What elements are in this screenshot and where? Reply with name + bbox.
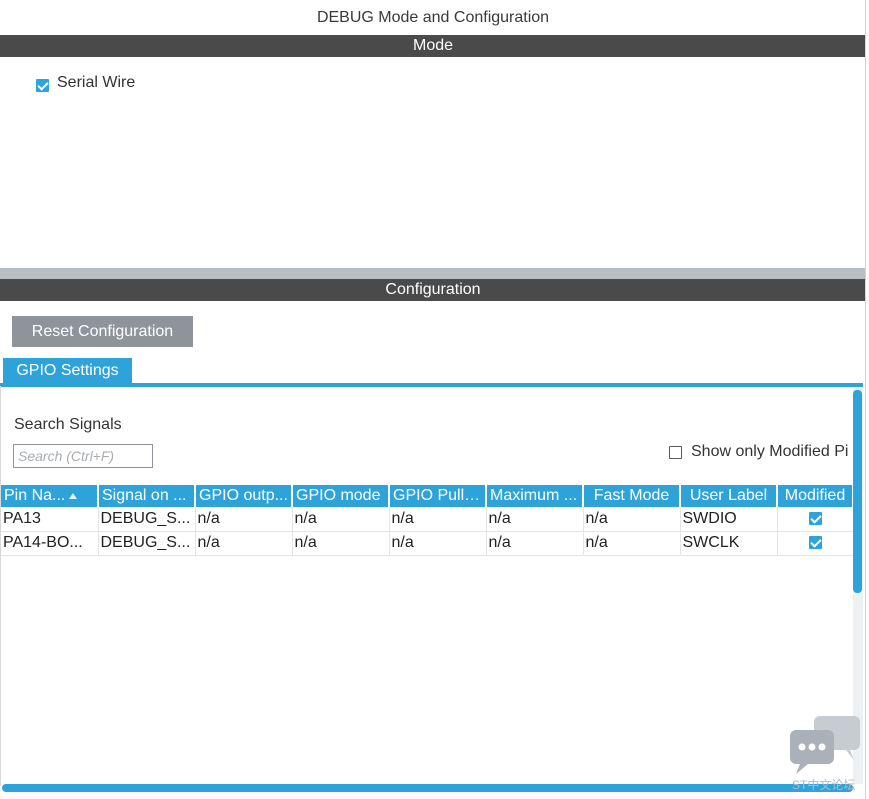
cell-gpio-output: n/a xyxy=(195,507,293,532)
column-header-maximum[interactable]: Maximum ... xyxy=(486,485,584,507)
column-header-signal[interactable]: Signal on ... xyxy=(98,485,196,507)
cell-gpio-mode: n/a xyxy=(292,507,390,532)
column-header-pin-name[interactable]: Pin Na... xyxy=(1,485,99,507)
cell-user-label: SWCLK xyxy=(680,531,778,556)
tab-gpio-settings[interactable]: GPIO Settings xyxy=(3,358,132,384)
reset-configuration-button[interactable]: Reset Configuration xyxy=(12,316,193,347)
mode-section-header: Mode xyxy=(0,35,866,57)
window-right-border xyxy=(865,0,866,799)
cell-maximum: n/a xyxy=(486,507,584,532)
cell-user-label: SWDIO xyxy=(680,507,778,532)
vertical-scrollbar-thumb[interactable] xyxy=(853,390,862,593)
column-header-gpio-pull[interactable]: GPIO Pull-... xyxy=(389,485,487,507)
cell-signal: DEBUG_S... xyxy=(98,531,196,556)
table-row[interactable]: PA14-BO... DEBUG_S... n/a n/a n/a n/a n/… xyxy=(1,531,854,556)
cell-gpio-pull: n/a xyxy=(389,531,487,556)
gpio-signals-table: Pin Na... Signal on ... GPIO outp... GPI… xyxy=(1,485,854,556)
chat-bubble-icon xyxy=(790,716,860,774)
column-header-modified[interactable]: Modified xyxy=(777,485,854,507)
cell-gpio-output: n/a xyxy=(195,531,293,556)
window-title: DEBUG Mode and Configuration xyxy=(316,9,550,26)
cell-signal: DEBUG_S... xyxy=(98,507,196,532)
table-header-row: Pin Na... Signal on ... GPIO outp... GPI… xyxy=(1,485,854,507)
watermark-text: ST中文论坛 xyxy=(792,778,856,792)
panel-splitter[interactable] xyxy=(0,268,866,279)
modified-checkbox xyxy=(808,536,822,550)
horizontal-scrollbar[interactable] xyxy=(2,784,853,792)
configuration-section-header: Configuration xyxy=(0,279,866,301)
cell-fast-mode: n/a xyxy=(583,531,681,556)
cell-modified xyxy=(777,531,854,556)
cell-gpio-pull: n/a xyxy=(389,507,487,532)
column-header-user-label[interactable]: User Label xyxy=(680,485,778,507)
column-header-fast-mode[interactable]: Fast Mode xyxy=(583,485,681,507)
column-header-gpio-output[interactable]: GPIO outp... xyxy=(195,485,293,507)
column-header-gpio-mode[interactable]: GPIO mode xyxy=(292,485,390,507)
cell-gpio-mode: n/a xyxy=(292,531,390,556)
cell-pin: PA14-BO... xyxy=(1,531,99,556)
cell-modified xyxy=(777,507,854,532)
cell-fast-mode: n/a xyxy=(583,507,681,532)
search-signals-label: Search Signals xyxy=(14,416,122,433)
sort-ascending-icon xyxy=(69,492,78,499)
serial-wire-checkbox[interactable] xyxy=(36,79,49,93)
search-signals-input[interactable] xyxy=(13,444,153,468)
show-only-modified-checkbox[interactable] xyxy=(669,446,682,459)
modified-checkbox xyxy=(808,512,822,526)
serial-wire-label: Serial Wire xyxy=(57,74,136,91)
show-only-modified-label: Show only Modified Pi xyxy=(691,443,849,460)
table-row[interactable]: PA13 DEBUG_S... n/a n/a n/a n/a n/a SWDI… xyxy=(1,507,854,532)
cell-maximum: n/a xyxy=(486,531,584,556)
cell-pin: PA13 xyxy=(1,507,99,532)
